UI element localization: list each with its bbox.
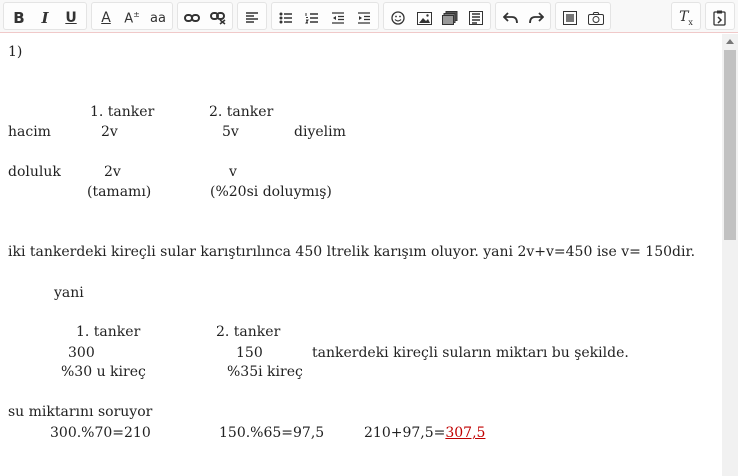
font-size-button[interactable]: A± xyxy=(121,7,143,29)
toolbar-group-font: A A± aa xyxy=(91,2,173,30)
font-color-label: A xyxy=(101,10,111,26)
indent-icon xyxy=(358,12,370,24)
gallery-icon xyxy=(442,10,458,25)
question-number: 1) xyxy=(8,44,23,60)
tanker1-header-b: 1. tanker xyxy=(76,324,141,340)
unlink-icon xyxy=(210,12,226,25)
toolbar-group-basic-styles: B I U xyxy=(3,2,87,30)
undo-button[interactable] xyxy=(499,7,521,29)
camera-icon xyxy=(588,11,604,25)
image-button[interactable] xyxy=(413,7,435,29)
numbered-list-button[interactable] xyxy=(301,7,323,29)
underline-button[interactable]: U xyxy=(60,7,82,29)
bulleted-list-button[interactable] xyxy=(275,7,297,29)
explanation-sentence: iki tankerdeki kireçli sular karıştırılı… xyxy=(8,244,696,260)
yuzde20-text: (%20si doluymış) xyxy=(210,184,332,200)
hacim-label: hacim xyxy=(8,124,51,140)
su-miktari-text: su miktarını soruyor xyxy=(8,404,153,420)
indent-button[interactable] xyxy=(353,7,375,29)
clear-format-label: Tx xyxy=(679,9,693,27)
toolbar-group-lists xyxy=(271,2,379,30)
italic-label: I xyxy=(41,9,49,27)
calc-3-prefix: 210+97,5= xyxy=(364,425,446,441)
paste-icon xyxy=(713,10,726,26)
editor-toolbar: B I U A A± aa Tx xyxy=(0,0,738,33)
link-button[interactable] xyxy=(181,7,203,29)
clear-format-sub: x xyxy=(688,17,693,27)
bulleted-list-icon xyxy=(279,12,292,24)
toolbar-group-links xyxy=(177,2,233,30)
toolbar-group-history xyxy=(495,2,551,30)
editor-content-area[interactable]: 1) 1. tanker 2. tanker hacim 2v 5v diyel… xyxy=(0,34,722,476)
redo-button[interactable] xyxy=(525,7,547,29)
block-button[interactable] xyxy=(465,7,487,29)
numbered-list-icon xyxy=(305,13,318,24)
clear-format-letter: T xyxy=(679,9,689,26)
unlink-button[interactable] xyxy=(207,7,229,29)
calc-1: 300.%70=210 xyxy=(50,425,151,441)
scroll-up-arrow-icon[interactable] xyxy=(722,34,738,48)
toolbar-group-insert xyxy=(383,2,491,30)
link-icon xyxy=(184,14,200,22)
toolbar-group-align xyxy=(237,2,267,30)
outdent-icon xyxy=(332,12,344,24)
toolbar-group-clear: Tx xyxy=(671,2,701,30)
hacim-value-1: 2v xyxy=(101,124,118,140)
camera-button[interactable] xyxy=(585,7,607,29)
text-block-icon xyxy=(469,11,483,25)
image-icon xyxy=(416,11,432,25)
emoji-button[interactable] xyxy=(387,7,409,29)
scrollbar-thumb[interactable] xyxy=(724,50,736,240)
tanker2-header: 2. tanker xyxy=(209,104,274,120)
frame-button[interactable] xyxy=(559,7,581,29)
frame-icon xyxy=(563,11,577,25)
paste-button[interactable] xyxy=(709,7,731,29)
diyelim-text: diyelim xyxy=(294,124,346,140)
calc-2: 150.%65=97,5 xyxy=(219,425,325,441)
smiley-icon xyxy=(391,11,405,25)
align-left-button[interactable] xyxy=(241,7,263,29)
font-color-button[interactable]: A xyxy=(95,7,117,29)
font-size-sup: ± xyxy=(133,9,140,19)
align-left-icon xyxy=(246,12,258,23)
font-size-label: A± xyxy=(124,10,140,26)
tanker1-header: 1. tanker xyxy=(90,104,155,120)
clear-format-button[interactable]: Tx xyxy=(675,7,697,29)
calc-3-result: 307,5 xyxy=(445,425,486,441)
tamami-text: (tamamı) xyxy=(87,184,152,200)
bold-label: B xyxy=(13,9,25,27)
tanker2-header-b: 2. tanker xyxy=(216,324,281,340)
redo-icon xyxy=(528,12,544,24)
outdent-button[interactable] xyxy=(327,7,349,29)
hacim-value-2: 5v xyxy=(222,124,239,140)
underline-label: U xyxy=(65,10,77,26)
kirec-2: %35i kireç xyxy=(227,364,303,380)
doluluk-value-2: v xyxy=(229,164,237,180)
amount-1: 300 xyxy=(68,345,95,361)
italic-button[interactable]: I xyxy=(34,7,56,29)
amount-2: 150 xyxy=(236,345,263,361)
doluluk-label: doluluk xyxy=(8,164,61,180)
toolbar-group-media xyxy=(555,2,611,30)
font-size-letter: A xyxy=(124,11,134,27)
text-case-button[interactable]: aa xyxy=(147,7,169,29)
toolbar-group-paste xyxy=(705,2,735,30)
calc-3: 210+97,5=307,5 xyxy=(364,425,485,442)
yani-text: yani xyxy=(54,285,84,301)
kirec-1: %30 u kireç xyxy=(61,364,146,380)
gallery-button[interactable] xyxy=(439,7,461,29)
undo-icon xyxy=(502,12,518,24)
doluluk-value-1: 2v xyxy=(104,164,121,180)
vertical-scrollbar[interactable] xyxy=(722,34,738,476)
amount-note: tankerdeki kireçli suların miktarı bu şe… xyxy=(312,345,629,361)
bold-button[interactable]: B xyxy=(8,7,30,29)
text-case-label: aa xyxy=(150,10,166,26)
